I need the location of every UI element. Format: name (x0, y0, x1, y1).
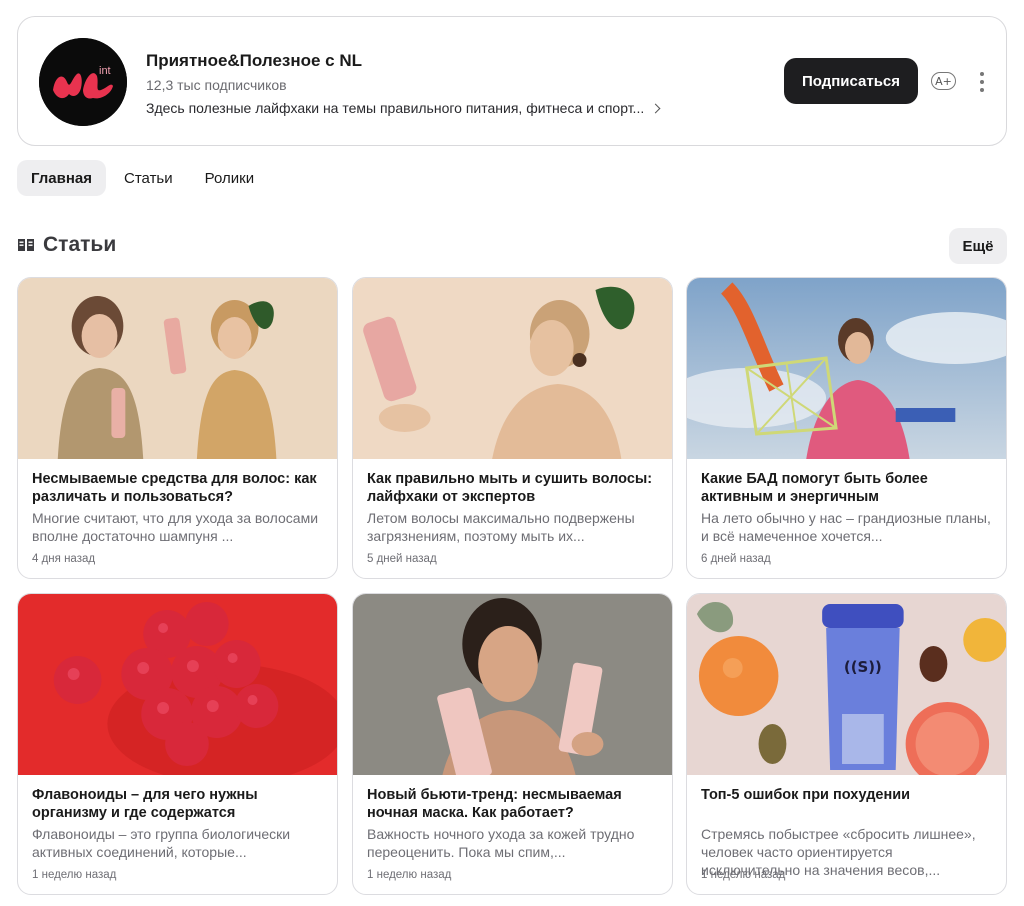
article-date: 4 дня назад (32, 553, 96, 565)
article-date: 1 неделю назад (701, 869, 786, 881)
svg-text:((S)): ((S)) (844, 658, 882, 676)
subscribe-button[interactable]: Подписаться (784, 58, 918, 104)
article-title[interactable]: Топ-5 ошибок при похудении (701, 786, 992, 804)
article-thumbnail[interactable] (353, 594, 672, 775)
svg-text:int: int (99, 65, 111, 77)
article-excerpt: На лето обычно у нас – грандиозные планы… (701, 510, 991, 544)
more-options-icon[interactable] (979, 72, 985, 92)
article-excerpt: Многие считают, что для ухода за волосам… (32, 510, 319, 544)
channel-info: Приятное&Полезное с NL 12,3 тыс подписчи… (146, 51, 746, 117)
channel-logo-icon: int (39, 38, 127, 126)
woman-mesh-bag-image-icon (687, 278, 1006, 459)
two-women-image-icon (18, 278, 337, 459)
article-thumbnail[interactable] (18, 594, 337, 775)
article-card[interactable]: Какие БАД помогут быть более активным и … (686, 277, 1007, 579)
tab-articles[interactable]: Статьи (110, 160, 187, 196)
articles-section-header: Статьи Ещё (17, 228, 1007, 264)
more-articles-button[interactable]: Ещё (949, 228, 1007, 264)
article-card[interactable]: Как правильно мыть и сушить волосы: лайф… (352, 277, 673, 579)
channel-description-text: Здесь полезные лайфхаки на темы правильн… (146, 100, 645, 116)
article-excerpt: Важность ночного ухода за кожей трудно п… (367, 826, 635, 860)
section-title: Статьи (17, 233, 116, 257)
tab-main[interactable]: Главная (17, 160, 107, 196)
article-date: 1 неделю назад (367, 869, 452, 881)
article-title[interactable]: Флавоноиды – для чего нужны организму и … (32, 786, 323, 822)
article-title[interactable]: Новый бьюти-тренд: несмываемая ночная ма… (367, 786, 658, 822)
article-title[interactable]: Как правильно мыть и сушить волосы: лайф… (367, 470, 658, 506)
tab-videos[interactable]: Ролики (191, 160, 268, 196)
article-card[interactable]: Новый бьюти-тренд: несмываемая ночная ма… (352, 593, 673, 895)
article-thumbnail[interactable]: ((S)) (687, 594, 1006, 775)
channel-title[interactable]: Приятное&Полезное с NL (146, 51, 746, 71)
articles-icon (18, 239, 34, 251)
article-excerpt: Летом волосы максимально подвержены загр… (367, 510, 635, 544)
raspberries-image-icon (18, 594, 337, 775)
font-size-icon[interactable]: A+ (931, 72, 956, 90)
article-card[interactable]: Несмываемые средства для волос: как разл… (17, 277, 338, 579)
section-title-text: Статьи (43, 233, 117, 256)
article-thumbnail[interactable] (353, 278, 672, 459)
woman-cosmetic-tubes-image-icon (353, 594, 672, 775)
shaker-fruits-image-icon: ((S)) (687, 594, 1006, 775)
article-thumbnail[interactable] (18, 278, 337, 459)
article-thumbnail[interactable] (687, 278, 1006, 459)
subscriber-count: 12,3 тыс подписчиков (146, 77, 287, 93)
article-card[interactable]: Флавоноиды – для чего нужны организму и … (17, 593, 338, 895)
channel-avatar[interactable]: int (39, 38, 127, 126)
article-excerpt: Флавоноиды – это группа биологически акт… (32, 826, 291, 860)
channel-description[interactable]: Здесь полезные лайфхаки на темы правильн… (146, 99, 746, 117)
article-date: 1 неделю назад (32, 869, 117, 881)
chevron-right-icon (650, 103, 661, 113)
article-date: 6 дней назад (701, 553, 771, 565)
article-date: 5 дней назад (367, 553, 437, 565)
article-title[interactable]: Какие БАД помогут быть более активным и … (701, 470, 992, 506)
woman-hair-tube-image-icon (353, 278, 672, 459)
channel-header: int Приятное&Полезное с NL 12,3 тыс подп… (17, 16, 1007, 146)
channel-tabs: Главная Статьи Ролики (17, 160, 272, 196)
article-card[interactable]: ((S)) Топ-5 ошибок при похудении Стремяс… (686, 593, 1007, 895)
article-title[interactable]: Несмываемые средства для волос: как разл… (32, 470, 323, 506)
